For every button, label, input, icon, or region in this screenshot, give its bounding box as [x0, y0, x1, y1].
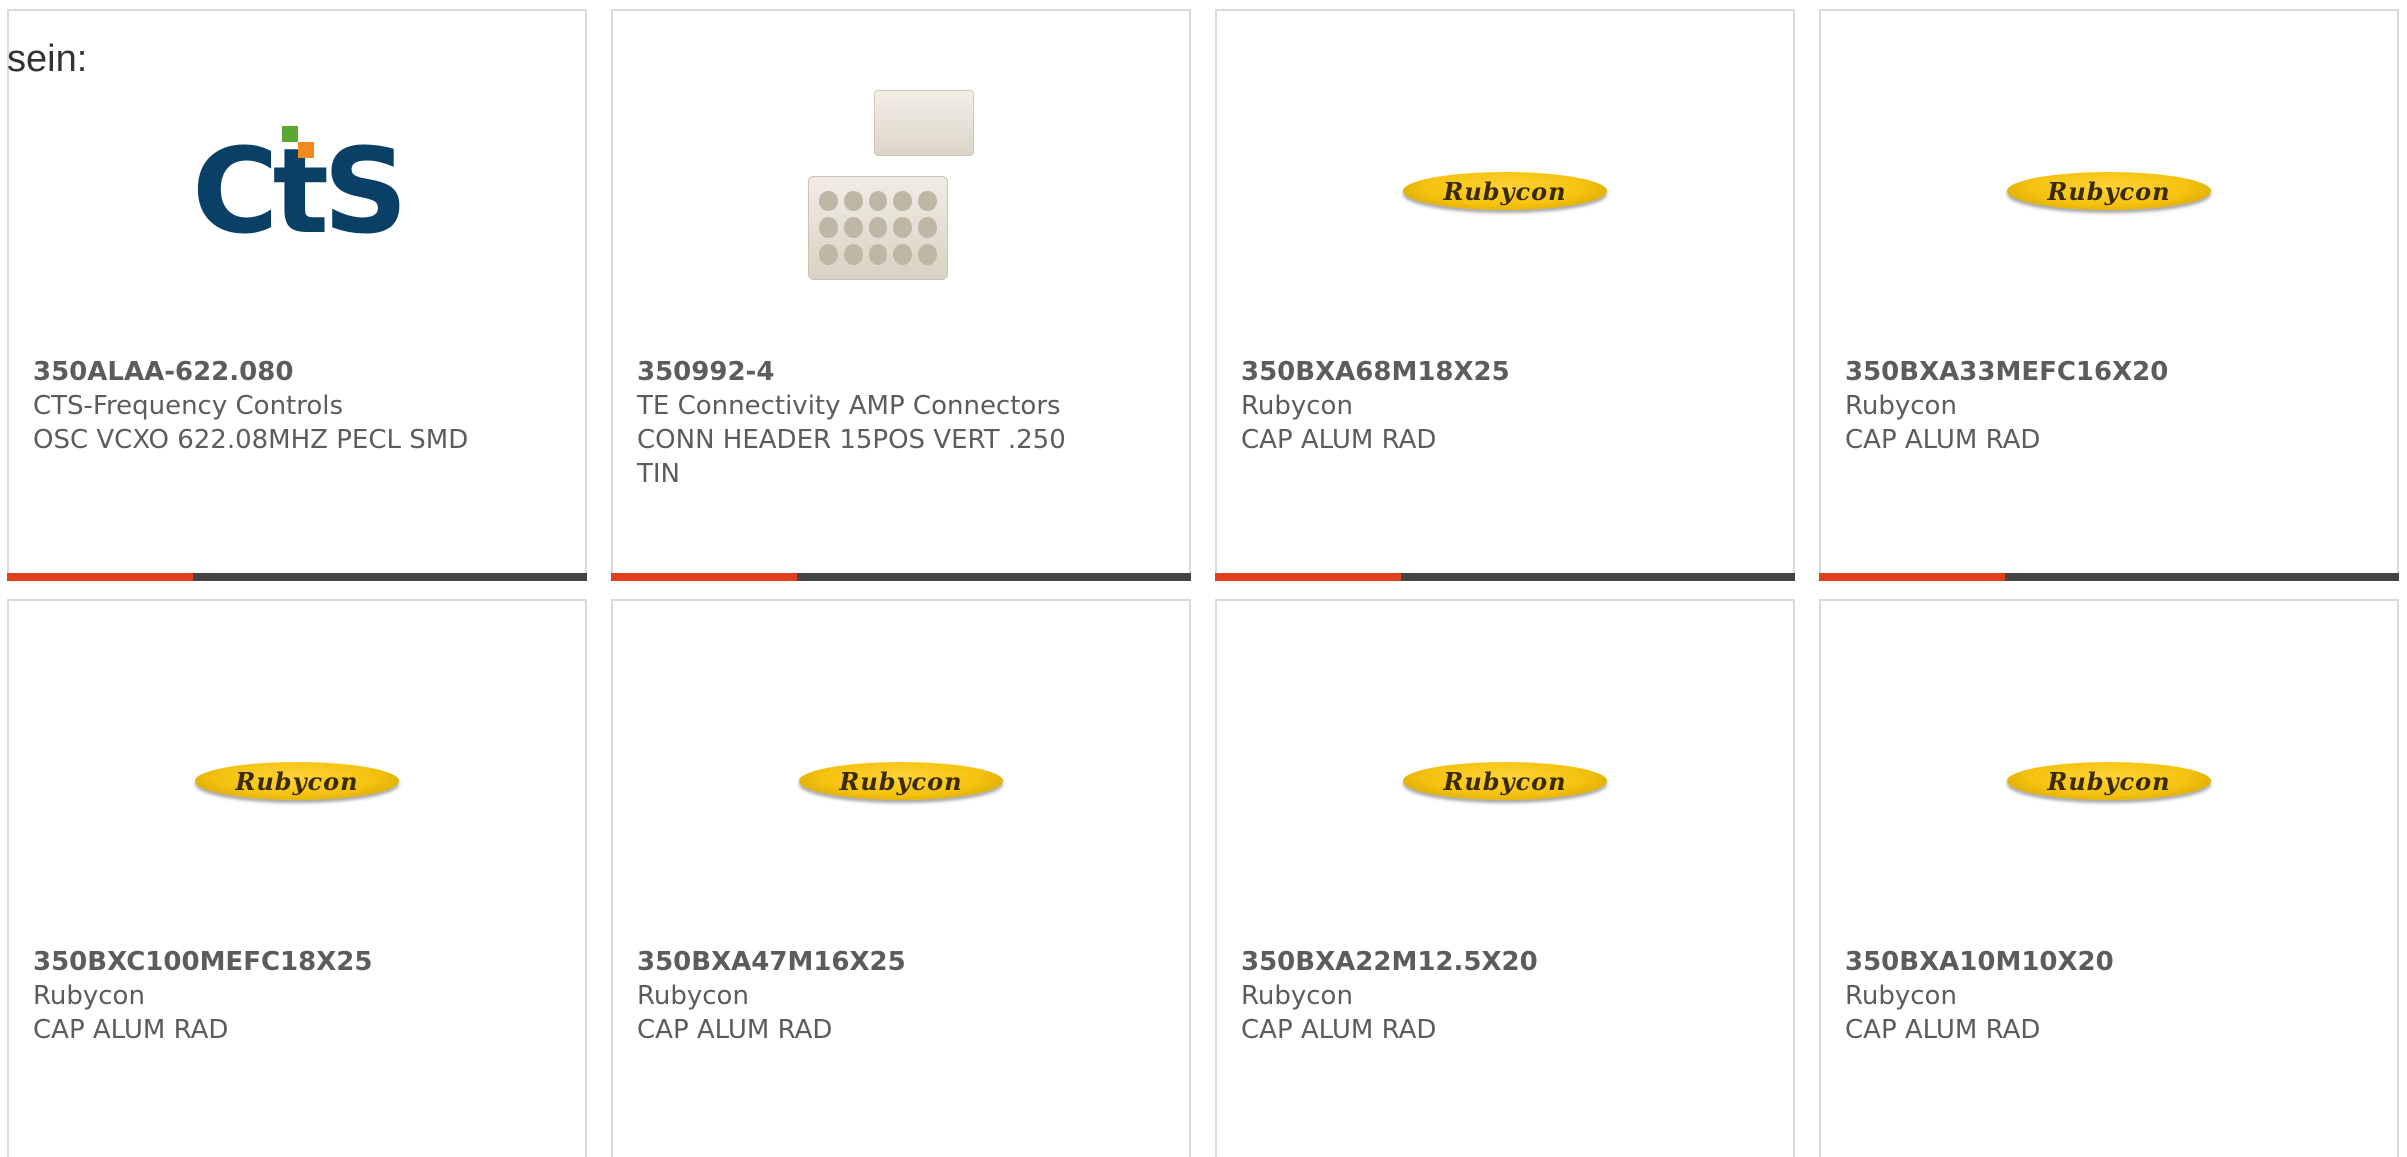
product-details: 350ALAA-622.080 CTS-Frequency Controls O… [33, 355, 561, 457]
description: CAP ALUM RAD [1845, 425, 2041, 455]
manufacturer: Rubycon [1845, 391, 1957, 421]
description: CAP ALUM RAD [33, 1015, 229, 1045]
product-image[interactable]: Rubycon [1217, 71, 1793, 311]
product-image[interactable]: Rubycon [1821, 71, 2397, 311]
connector-header-bottom [808, 175, 948, 280]
product-details: 350BXA10M10X20 Rubycon CAP ALUM RAD [1845, 945, 2373, 1047]
rubycon-logo: Rubycon [2007, 762, 2211, 800]
rubycon-logo-text: Rubycon [2047, 766, 2171, 796]
connector-photo [796, 84, 1006, 299]
product-details: 350BXC100MEFC18X25 Rubycon CAP ALUM RAD [33, 945, 561, 1047]
product-card[interactable]: Rubycon 350BXC100MEFC18X25 Rubycon CAP A… [7, 599, 587, 1157]
description: CAP ALUM RAD [1845, 1015, 2041, 1045]
product-image[interactable]: Rubycon [1821, 661, 2397, 901]
product-card[interactable]: 350992-4 TE Connectivity AMP Connectors … [611, 9, 1191, 581]
cts-logo-text: CtS [192, 122, 408, 260]
cts-logo: CtS [192, 122, 408, 260]
manufacturer: Rubycon [1241, 981, 1353, 1011]
part-number-link[interactable]: 350BXC100MEFC18X25 [33, 945, 561, 979]
progress-fill [611, 573, 797, 581]
progress-bar [7, 573, 587, 581]
progress-bar [1215, 573, 1795, 581]
product-details: 350992-4 TE Connectivity AMP Connectors … [637, 355, 1165, 491]
manufacturer: Rubycon [1845, 981, 1957, 1011]
product-image[interactable]: Rubycon [613, 661, 1189, 901]
cts-logo-green-square [282, 126, 298, 142]
description: CONN HEADER 15POS VERT .250 TIN [637, 425, 1066, 489]
progress-bar [611, 573, 1191, 581]
product-card[interactable]: Rubycon 350BXA22M12.5X20 Rubycon CAP ALU… [1215, 599, 1795, 1157]
product-details: 350BXA68M18X25 Rubycon CAP ALUM RAD [1241, 355, 1769, 457]
connector-header-top [874, 89, 974, 156]
product-grid: CtS 350ALAA-622.080 CTS-Frequency Contro… [7, 9, 2399, 1157]
part-number-link[interactable]: 350ALAA-622.080 [33, 355, 561, 389]
product-card[interactable]: CtS 350ALAA-622.080 CTS-Frequency Contro… [7, 9, 587, 581]
part-number-link[interactable]: 350BXA47M16X25 [637, 945, 1165, 979]
description: CAP ALUM RAD [1241, 425, 1437, 455]
part-number-link[interactable]: 350BXA22M12.5X20 [1241, 945, 1769, 979]
rubycon-logo-text: Rubycon [1443, 766, 1567, 796]
product-details: 350BXA22M12.5X20 Rubycon CAP ALUM RAD [1241, 945, 1769, 1047]
progress-fill [1215, 573, 1401, 581]
product-image[interactable]: Rubycon [9, 661, 585, 901]
product-card[interactable]: Rubycon 350BXA68M18X25 Rubycon CAP ALUM … [1215, 9, 1795, 581]
part-number-link[interactable]: 350BXA33MEFC16X20 [1845, 355, 2373, 389]
page: sein: CtS 350ALAA-622.080 CTS-Frequency … [0, 0, 2407, 1157]
description: OSC VCXO 622.08MHZ PECL SMD [33, 425, 469, 455]
product-image[interactable]: CtS [9, 71, 585, 311]
product-card[interactable]: Rubycon 350BXA10M10X20 Rubycon CAP ALUM … [1819, 599, 2399, 1157]
intro-text: sein: [7, 38, 88, 80]
description: CAP ALUM RAD [1241, 1015, 1437, 1045]
product-card[interactable]: Rubycon 350BXA47M16X25 Rubycon CAP ALUM … [611, 599, 1191, 1157]
part-number-link[interactable]: 350BXA68M18X25 [1241, 355, 1769, 389]
product-image[interactable] [613, 71, 1189, 311]
rubycon-logo: Rubycon [195, 762, 399, 800]
description: CAP ALUM RAD [637, 1015, 833, 1045]
rubycon-logo-text: Rubycon [235, 766, 359, 796]
product-details: 350BXA33MEFC16X20 Rubycon CAP ALUM RAD [1845, 355, 2373, 457]
part-number-link[interactable]: 350992-4 [637, 355, 1165, 389]
cts-logo-orange-square [298, 142, 314, 158]
progress-bar [1819, 573, 2399, 581]
progress-fill [7, 573, 193, 581]
manufacturer: Rubycon [1241, 391, 1353, 421]
rubycon-logo: Rubycon [1403, 172, 1607, 210]
progress-fill [1819, 573, 2005, 581]
product-image[interactable]: Rubycon [1217, 661, 1793, 901]
rubycon-logo: Rubycon [2007, 172, 2211, 210]
manufacturer: Rubycon [637, 981, 749, 1011]
manufacturer: CTS-Frequency Controls [33, 391, 344, 421]
rubycon-logo-text: Rubycon [2047, 176, 2171, 206]
product-details: 350BXA47M16X25 Rubycon CAP ALUM RAD [637, 945, 1165, 1047]
rubycon-logo: Rubycon [799, 762, 1003, 800]
rubycon-logo-text: Rubycon [839, 766, 963, 796]
manufacturer: TE Connectivity AMP Connectors [637, 391, 1061, 421]
manufacturer: Rubycon [33, 981, 145, 1011]
rubycon-logo-text: Rubycon [1443, 176, 1567, 206]
part-number-link[interactable]: 350BXA10M10X20 [1845, 945, 2373, 979]
product-card[interactable]: Rubycon 350BXA33MEFC16X20 Rubycon CAP AL… [1819, 9, 2399, 581]
rubycon-logo: Rubycon [1403, 762, 1607, 800]
